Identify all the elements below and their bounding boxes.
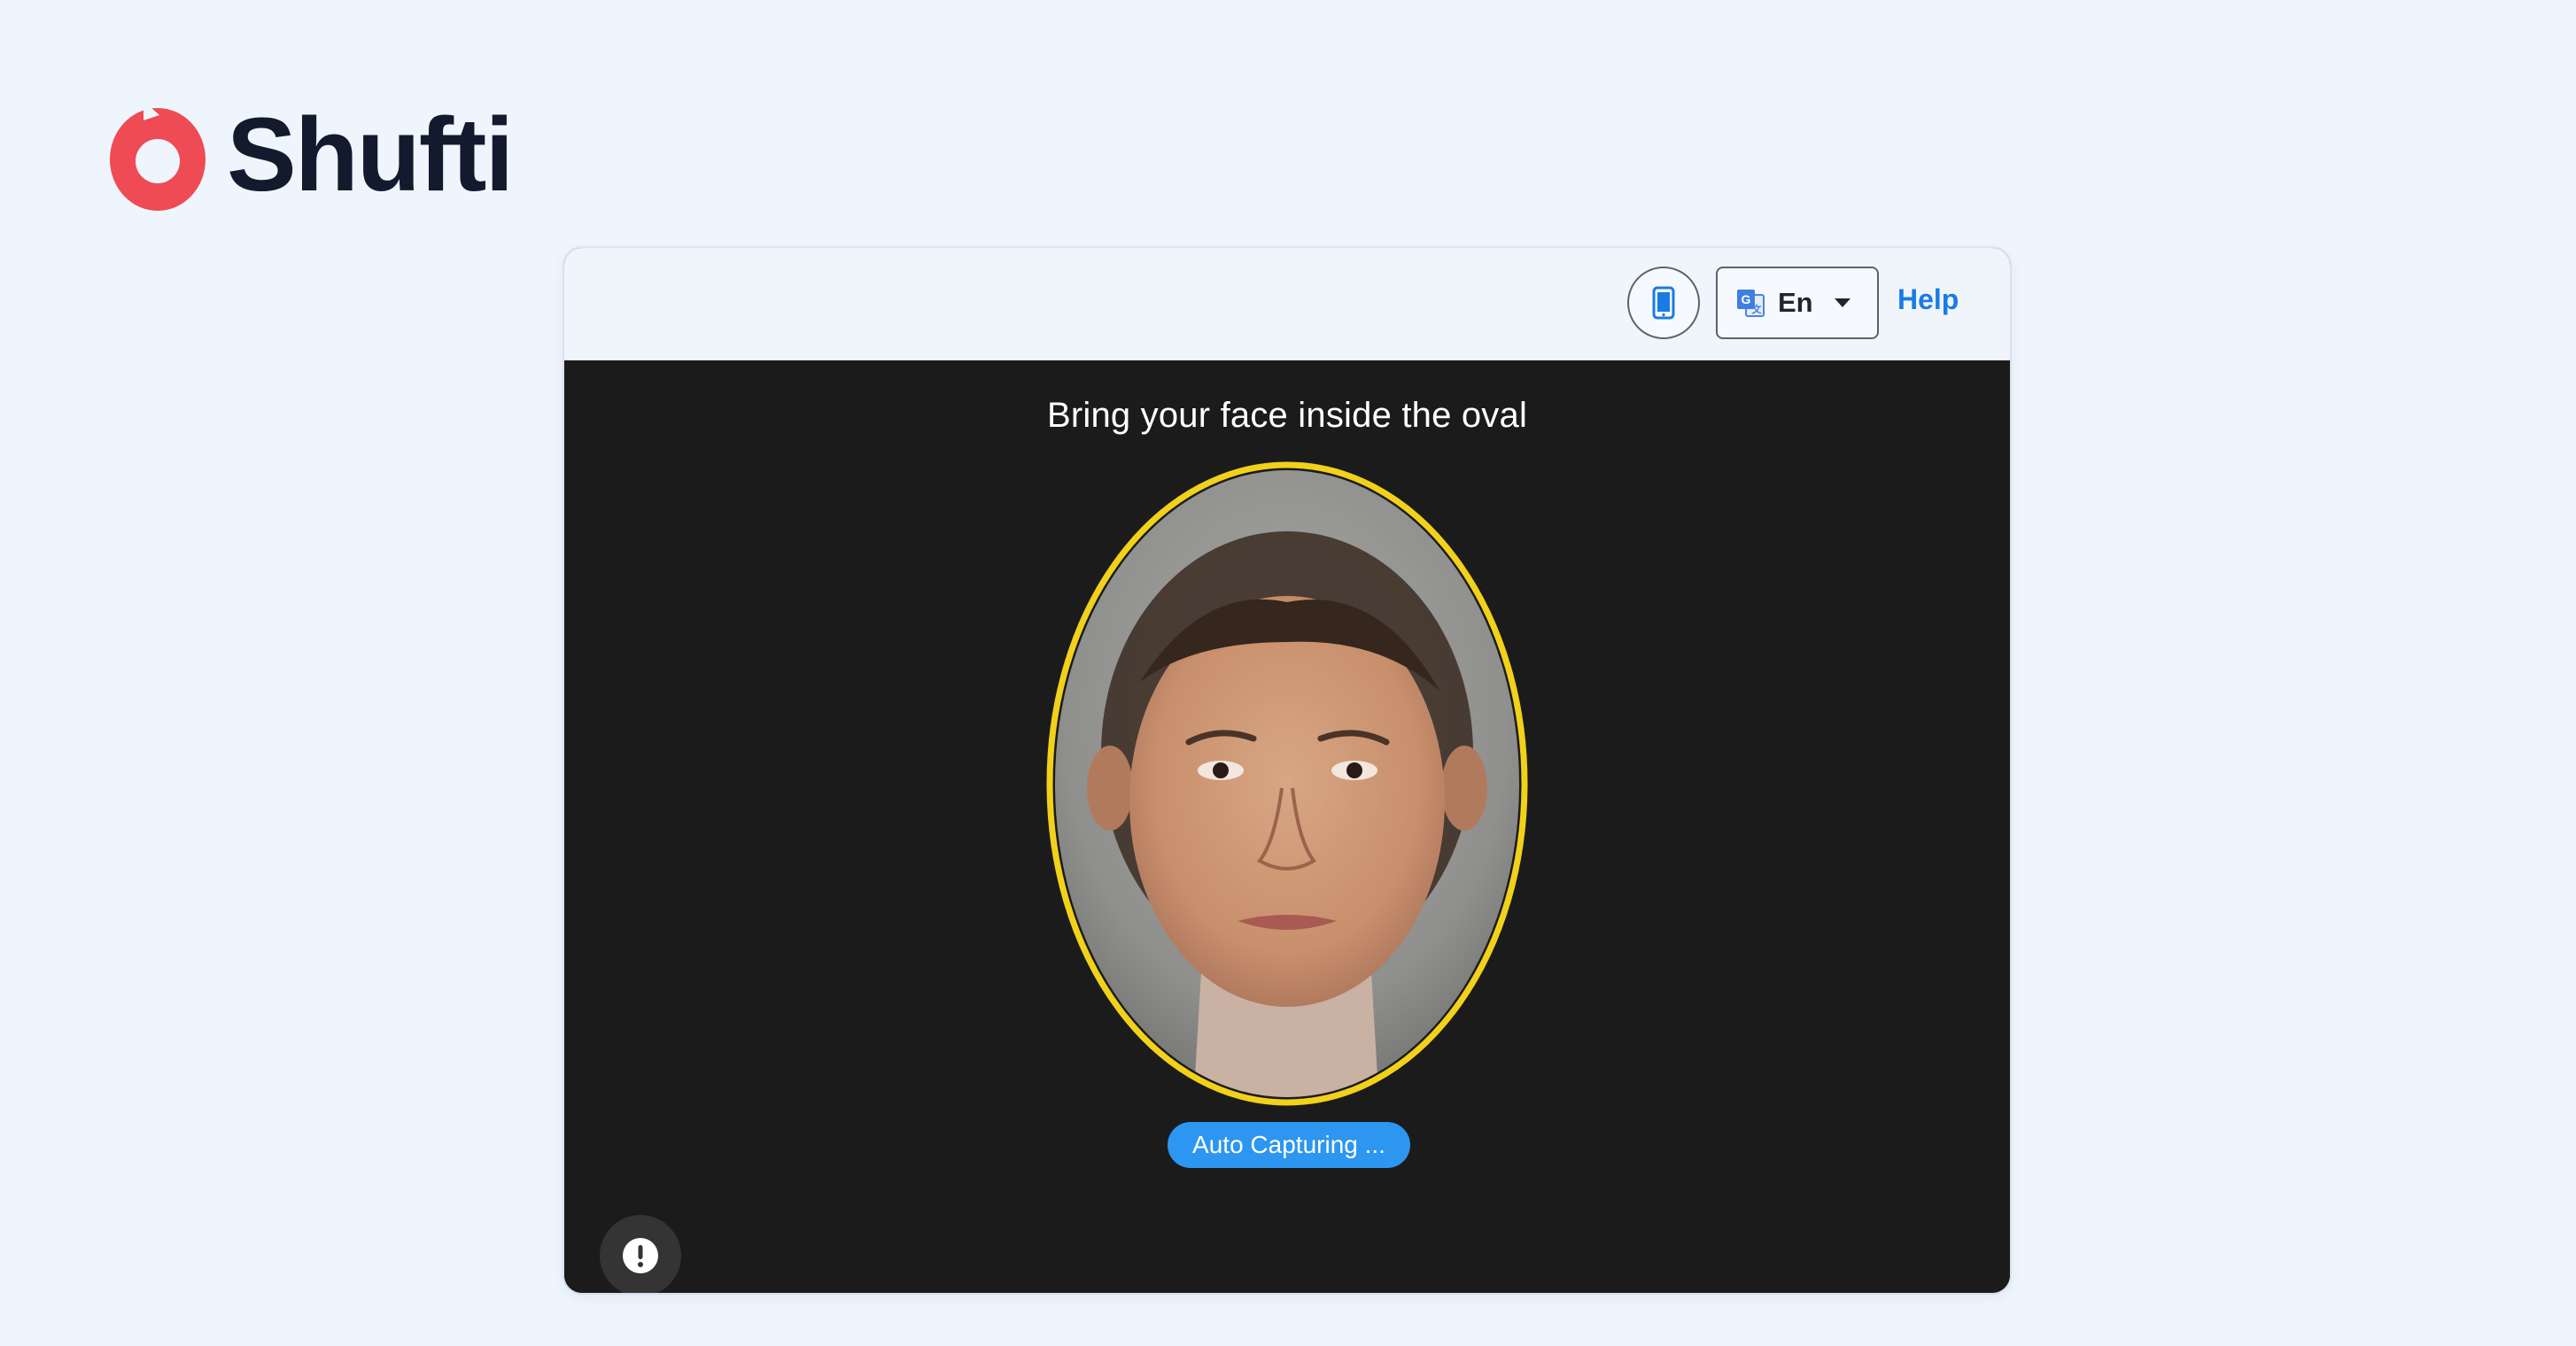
chevron-down-icon	[1834, 298, 1851, 307]
alert-button[interactable]	[600, 1215, 681, 1293]
brand-name: Shufti	[227, 97, 514, 213]
capture-instruction: Bring your face inside the oval	[1046, 396, 1528, 435]
language-select[interactable]: G 文 En	[1716, 267, 1879, 339]
switch-device-button[interactable]	[1627, 267, 1700, 339]
shufti-logo-icon	[110, 101, 206, 211]
language-value: En	[1778, 287, 1813, 318]
translate-icon: G 文	[1737, 290, 1765, 317]
help-link[interactable]: Help	[1897, 283, 1959, 316]
face-oval	[1046, 461, 1528, 1106]
camera-view: Bring your face inside the oval Auto Cap…	[564, 360, 2010, 1293]
smartphone-icon	[1652, 286, 1675, 320]
auto-capture-status: Auto Capturing ...	[1168, 1122, 1410, 1168]
face-camera-feed	[1055, 470, 1519, 1097]
brand-logo: Shufti	[108, 96, 514, 214]
card-header: G 文 En Help	[564, 248, 2010, 360]
verification-card: G 文 En Help Bring your face inside the o…	[564, 248, 2010, 1293]
svg-text:文: 文	[1752, 303, 1763, 315]
svg-text:G: G	[1742, 292, 1751, 306]
page: Shufti G 文 En Help Bring your face insid…	[0, 0, 2576, 1346]
exclamation-icon	[623, 1238, 658, 1273]
